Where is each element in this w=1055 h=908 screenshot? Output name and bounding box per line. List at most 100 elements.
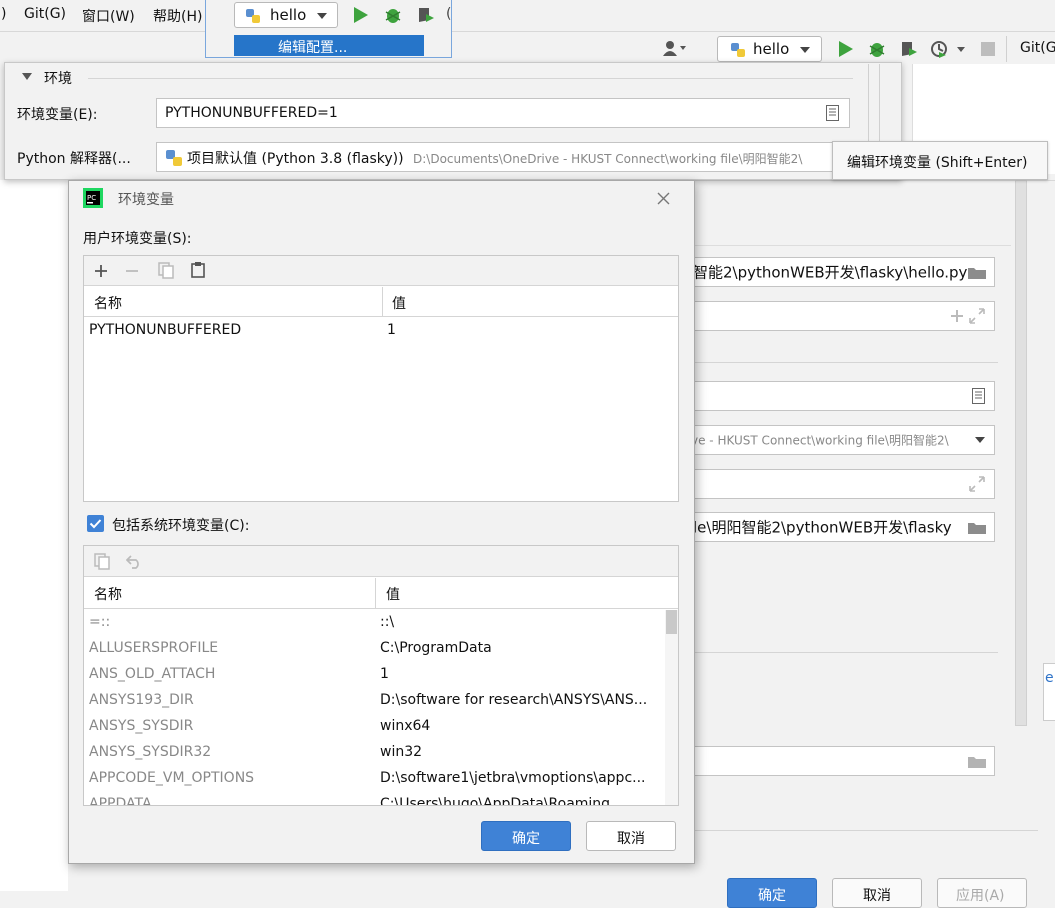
remove-icon[interactable]: [125, 264, 139, 278]
system-vars-header: 名称 值: [84, 578, 678, 609]
folder-icon[interactable]: [968, 755, 986, 768]
edit-config-menu-item[interactable]: 编辑配置...: [234, 35, 424, 56]
ok-button[interactable]: 确定: [481, 821, 571, 851]
left-tree-panel: [0, 180, 68, 891]
stop-icon[interactable]: [981, 42, 995, 56]
include-system-checkbox[interactable]: [87, 515, 104, 532]
working-dir-field[interactable]: le\明阳智能2\pythonWEB开发\flasky: [680, 512, 995, 542]
system-var-name: ANSYS193_DIR: [89, 692, 194, 708]
undo-icon[interactable]: [126, 554, 142, 569]
menu-git[interactable]: Git(G): [24, 6, 66, 22]
env-field-bg[interactable]: [680, 381, 995, 411]
interpreter-partial: ve - HKUST Connect\working file\明阳智能2\: [691, 433, 949, 448]
system-var-row[interactable]: ANS_OLD_ATTACH 1: [84, 662, 664, 688]
document-icon[interactable]: [826, 105, 839, 121]
profiler-icon[interactable]: [930, 40, 968, 58]
user-vars-table: 名称 值 PYTHONUNBUFFERED 1: [83, 255, 679, 502]
run-icon[interactable]: [354, 7, 368, 23]
plus-icon[interactable]: [950, 309, 964, 323]
user-vars-header: 名称 值: [84, 287, 678, 317]
coverage-icon[interactable]: [900, 40, 918, 58]
system-var-row[interactable]: =::::\: [84, 610, 664, 636]
column-name-header[interactable]: 名称: [94, 293, 122, 313]
env-vars-field[interactable]: PYTHONUNBUFFERED=1: [156, 98, 850, 128]
right-edge-char: e: [1045, 670, 1054, 686]
cancel-button[interactable]: 取消: [586, 821, 676, 851]
system-vars-table: 名称 值 =::::\ ALLUSERSPROFILE C:\ProgramDat…: [83, 545, 679, 806]
env-vars-label: 环境变量(E):: [17, 107, 98, 123]
system-var-row[interactable]: APPCODE_VM_OPTIONS D:\software1\jetbra\vm…: [84, 766, 664, 792]
folder-icon[interactable]: [968, 266, 986, 279]
cancel-button-label: 取消: [617, 831, 645, 847]
dialog-title: 环境变量: [118, 192, 174, 208]
user-icon[interactable]: [663, 40, 687, 56]
main-apply-button[interactable]: 应用(A): [937, 878, 1027, 908]
system-var-value: winx64: [380, 718, 431, 734]
system-var-name: ALLUSERSPROFILE: [89, 640, 219, 656]
folder-icon[interactable]: [968, 521, 986, 534]
paste-icon[interactable]: [191, 261, 205, 278]
path-field-bottom[interactable]: [680, 746, 995, 776]
section-divider: [88, 78, 853, 79]
environment-section-title: 环境: [44, 71, 72, 87]
git-menu-partial[interactable]: Git(G: [1020, 40, 1055, 56]
column-name-header[interactable]: 名称: [94, 584, 122, 604]
interpreter-select-bg[interactable]: ve - HKUST Connect\working file\明阳智能2\: [680, 425, 995, 455]
include-system-label[interactable]: 包括系统环境变量(C):: [112, 515, 249, 535]
copy-icon[interactable]: [94, 553, 110, 570]
chevron-down-icon: [317, 13, 327, 19]
add-icon[interactable]: [94, 264, 108, 278]
system-var-row[interactable]: ANSYS193_DIR D:\software for research\ANS…: [84, 688, 664, 714]
env-vars-tooltip: 编辑环境变量 (Shift+Enter): [832, 141, 1048, 180]
close-icon[interactable]: [657, 192, 670, 205]
scrollbar-thumb[interactable]: [666, 610, 677, 634]
parameters-field[interactable]: [680, 301, 995, 331]
coverage-icon[interactable]: [417, 6, 435, 24]
user-var-row[interactable]: PYTHONUNBUFFERED 1: [84, 318, 678, 344]
menu-window[interactable]: 窗口(W): [82, 6, 135, 26]
toolbar-separator: [1006, 36, 1007, 62]
expand-icon[interactable]: [969, 308, 985, 324]
chevron-down-icon: [800, 47, 810, 53]
debug-icon[interactable]: [384, 6, 402, 24]
system-var-value: win32: [380, 744, 423, 760]
chevron-down-icon: [975, 437, 985, 443]
system-var-row[interactable]: ANSYS_SYSDIR32 win32: [84, 740, 664, 766]
system-var-value: D:\software1\jetbra\vmoptions\appc...: [380, 770, 646, 786]
divider: [693, 362, 998, 363]
main-cancel-label: 取消: [863, 888, 891, 904]
collapse-triangle-icon[interactable]: [22, 73, 32, 80]
system-var-name: ANS_OLD_ATTACH: [89, 666, 216, 682]
vertical-scrollbar[interactable]: [1015, 180, 1027, 726]
run-config-selector-top[interactable]: hello: [234, 2, 338, 28]
menu-help[interactable]: 帮助(H): [153, 6, 202, 26]
system-vars-scrollbar[interactable]: [665, 610, 678, 805]
system-var-row[interactable]: ANSYS_SYSDIR winx64: [84, 714, 664, 740]
pycharm-logo-icon: PC: [83, 188, 103, 208]
main-apply-label: 应用(A): [956, 888, 1005, 904]
menu-partial[interactable]: ): [1, 6, 6, 22]
main-ok-button[interactable]: 确定: [727, 878, 817, 908]
interpreter-options-field[interactable]: [680, 469, 995, 499]
debug-icon[interactable]: [868, 40, 886, 58]
column-value-header[interactable]: 值: [392, 293, 406, 313]
system-var-row[interactable]: ALLUSERSPROFILE C:\ProgramData: [84, 636, 664, 662]
ok-button-label: 确定: [512, 831, 540, 847]
column-value-header[interactable]: 值: [386, 584, 400, 604]
expand-icon[interactable]: [969, 476, 985, 492]
copy-icon[interactable]: [158, 262, 174, 279]
interpreter-select[interactable]: 项目默认值 (Python 3.8 (flasky)) D:\Documents…: [156, 142, 850, 172]
system-var-value: C:\ProgramData: [380, 640, 492, 656]
script-path-field[interactable]: 智能2\pythonWEB开发\flasky\hello.py: [680, 257, 995, 287]
run-config-selector[interactable]: hello: [717, 36, 822, 62]
system-var-row[interactable]: APPDATA C:\Users\hugo\AppData\Roaming: [84, 792, 664, 805]
divider: [693, 830, 1038, 831]
document-icon[interactable]: [972, 388, 985, 404]
working-dir-value: le\明阳智能2\pythonWEB开发\flasky: [693, 518, 952, 537]
run-config-name-top: hello: [270, 6, 307, 24]
run-icon[interactable]: [839, 41, 853, 57]
system-var-name: APPCODE_VM_OPTIONS: [89, 770, 255, 786]
main-cancel-button[interactable]: 取消: [832, 878, 922, 908]
script-path-value: 智能2\pythonWEB开发\flasky\hello.py: [693, 263, 968, 282]
tooltip-text: 编辑环境变量 (Shift+Enter): [847, 155, 1028, 171]
